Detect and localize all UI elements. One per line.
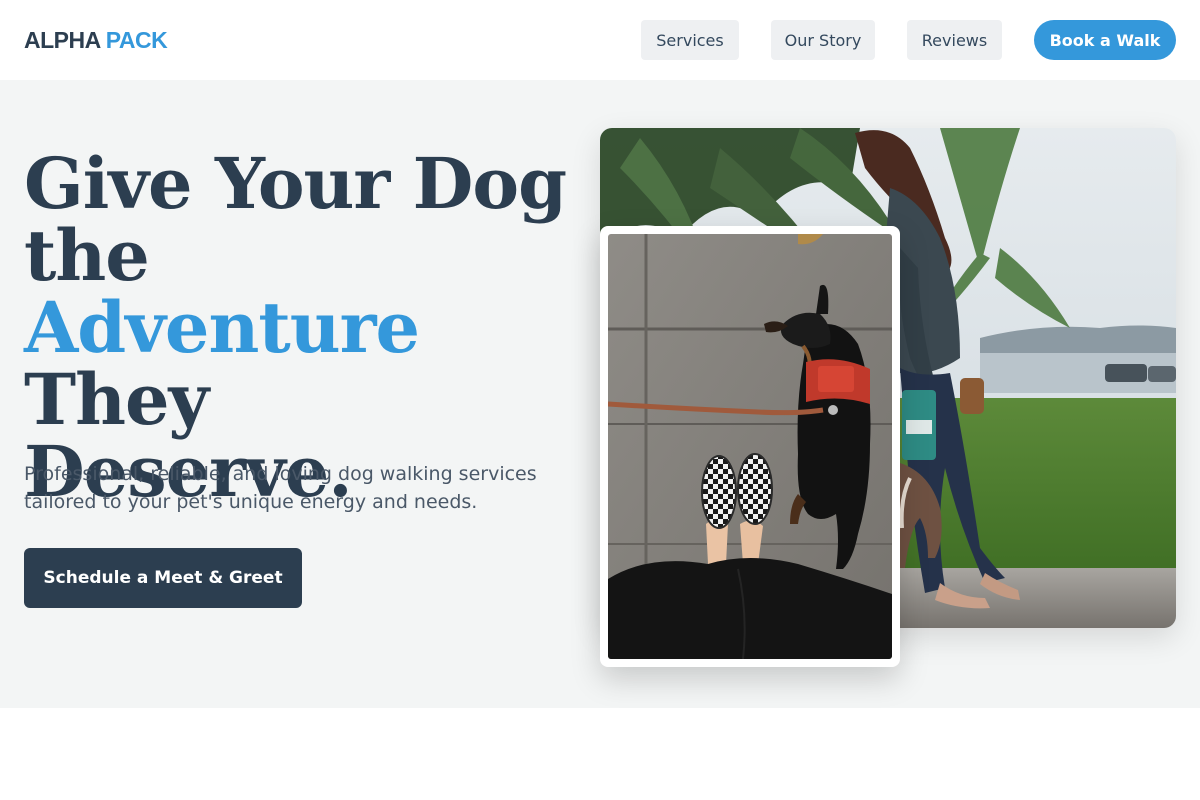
nav-services-button[interactable]: Services — [641, 20, 739, 60]
logo[interactable]: ALPHA PACK — [24, 26, 168, 54]
logo-text-alpha: ALPHA — [24, 27, 100, 53]
headline-accent-word: Adventure — [24, 286, 420, 369]
schedule-meet-greet-button[interactable]: Schedule a Meet & Greet — [24, 548, 302, 608]
nav-reviews-button[interactable]: Reviews — [907, 20, 1002, 60]
headline-line-3-rest: They — [24, 358, 209, 441]
book-a-walk-button[interactable]: Book a Walk — [1034, 20, 1176, 60]
nav-our-story-button[interactable]: Our Story — [771, 20, 875, 60]
dachshund-on-leash-photo — [600, 226, 900, 667]
headline-line-1: Give Your Dog — [24, 142, 567, 225]
site-header: ALPHA PACK Services Our Story Reviews Bo… — [0, 0, 1200, 80]
hero-headline: Give Your Dog the Adventure They Deserve… — [24, 148, 584, 508]
logo-text-pack: PACK — [105, 27, 168, 53]
headline-line-2: the — [24, 214, 150, 297]
hero-subtitle: Professional, reliable, and loving dog w… — [24, 463, 537, 513]
dachshund-illustration — [608, 234, 892, 659]
dachshund-photo-frame — [608, 234, 892, 659]
